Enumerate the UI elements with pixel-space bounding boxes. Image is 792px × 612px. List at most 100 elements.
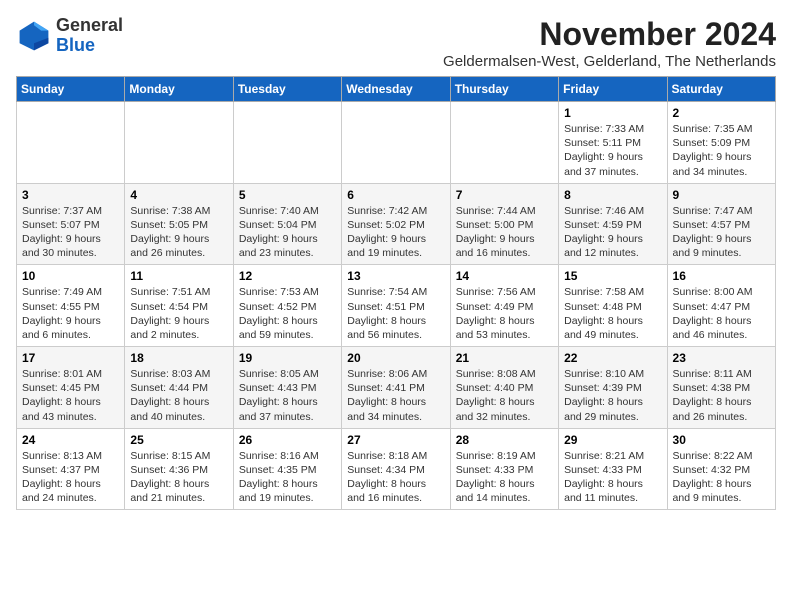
- day-number: 4: [130, 188, 227, 202]
- day-cell: 25 Sunrise: 8:15 AMSunset: 4:36 PMDayligh…: [125, 428, 233, 510]
- day-number: 9: [673, 188, 770, 202]
- logo-blue: Blue: [56, 35, 95, 55]
- day-number: 29: [564, 433, 661, 447]
- day-info: Sunrise: 8:00 AMSunset: 4:47 PMDaylight:…: [673, 285, 770, 342]
- weekday-header-wednesday: Wednesday: [342, 77, 450, 102]
- day-info: Sunrise: 7:58 AMSunset: 4:48 PMDaylight:…: [564, 285, 661, 342]
- day-cell: 3 Sunrise: 7:37 AMSunset: 5:07 PMDaylight…: [17, 183, 125, 265]
- day-info: Sunrise: 8:13 AMSunset: 4:37 PMDaylight:…: [22, 449, 119, 506]
- day-number: 14: [456, 269, 553, 283]
- day-info: Sunrise: 7:33 AMSunset: 5:11 PMDaylight:…: [564, 122, 661, 179]
- day-info: Sunrise: 7:54 AMSunset: 4:51 PMDaylight:…: [347, 285, 444, 342]
- day-number: 27: [347, 433, 444, 447]
- day-info: Sunrise: 7:37 AMSunset: 5:07 PMDaylight:…: [22, 204, 119, 261]
- logo: General Blue: [16, 16, 123, 56]
- logo-general: General: [56, 15, 123, 35]
- day-number: 5: [239, 188, 336, 202]
- week-row-2: 10 Sunrise: 7:49 AMSunset: 4:55 PMDayligh…: [17, 265, 776, 347]
- logo-icon: [16, 18, 52, 54]
- week-row-1: 3 Sunrise: 7:37 AMSunset: 5:07 PMDaylight…: [17, 183, 776, 265]
- day-cell: 28 Sunrise: 8:19 AMSunset: 4:33 PMDayligh…: [450, 428, 558, 510]
- calendar-table: SundayMondayTuesdayWednesdayThursdayFrid…: [16, 76, 776, 510]
- day-number: 2: [673, 106, 770, 120]
- day-info: Sunrise: 7:46 AMSunset: 4:59 PMDaylight:…: [564, 204, 661, 261]
- day-cell: 4 Sunrise: 7:38 AMSunset: 5:05 PMDaylight…: [125, 183, 233, 265]
- day-info: Sunrise: 8:05 AMSunset: 4:43 PMDaylight:…: [239, 367, 336, 424]
- day-number: 23: [673, 351, 770, 365]
- day-cell: 17Sunrise: 8:01 AMSunset: 4:45 PMDayligh…: [17, 347, 125, 429]
- day-cell: [450, 102, 558, 184]
- day-cell: 11 Sunrise: 7:51 AMSunset: 4:54 PMDayligh…: [125, 265, 233, 347]
- day-number: 11: [130, 269, 227, 283]
- day-number: 25: [130, 433, 227, 447]
- day-cell: 22 Sunrise: 8:10 AMSunset: 4:39 PMDayligh…: [559, 347, 667, 429]
- day-number: 8: [564, 188, 661, 202]
- day-number: 13: [347, 269, 444, 283]
- day-number: 12: [239, 269, 336, 283]
- day-number: 22: [564, 351, 661, 365]
- weekday-header-tuesday: Tuesday: [233, 77, 341, 102]
- day-number: 28: [456, 433, 553, 447]
- day-number: 1: [564, 106, 661, 120]
- day-info: Sunrise: 8:11 AMSunset: 4:38 PMDaylight:…: [673, 367, 770, 424]
- day-cell: 21Sunrise: 8:08 AMSunset: 4:40 PMDayligh…: [450, 347, 558, 429]
- day-number: 10: [22, 269, 119, 283]
- day-cell: 12 Sunrise: 7:53 AMSunset: 4:52 PMDayligh…: [233, 265, 341, 347]
- day-cell: 15Sunrise: 7:58 AMSunset: 4:48 PMDayligh…: [559, 265, 667, 347]
- day-cell: [17, 102, 125, 184]
- day-cell: 29Sunrise: 8:21 AMSunset: 4:33 PMDayligh…: [559, 428, 667, 510]
- day-info: Sunrise: 7:53 AMSunset: 4:52 PMDaylight:…: [239, 285, 336, 342]
- day-number: 19: [239, 351, 336, 365]
- day-info: Sunrise: 7:38 AMSunset: 5:05 PMDaylight:…: [130, 204, 227, 261]
- day-cell: 5 Sunrise: 7:40 AMSunset: 5:04 PMDaylight…: [233, 183, 341, 265]
- day-info: Sunrise: 7:35 AMSunset: 5:09 PMDaylight:…: [673, 122, 770, 179]
- day-number: 3: [22, 188, 119, 202]
- day-info: Sunrise: 8:08 AMSunset: 4:40 PMDaylight:…: [456, 367, 553, 424]
- day-cell: [125, 102, 233, 184]
- day-info: Sunrise: 7:40 AMSunset: 5:04 PMDaylight:…: [239, 204, 336, 261]
- day-cell: 6 Sunrise: 7:42 AMSunset: 5:02 PMDaylight…: [342, 183, 450, 265]
- day-info: Sunrise: 7:51 AMSunset: 4:54 PMDaylight:…: [130, 285, 227, 342]
- day-cell: [233, 102, 341, 184]
- day-info: Sunrise: 8:06 AMSunset: 4:41 PMDaylight:…: [347, 367, 444, 424]
- day-info: Sunrise: 7:42 AMSunset: 5:02 PMDaylight:…: [347, 204, 444, 261]
- day-info: Sunrise: 8:22 AMSunset: 4:32 PMDaylight:…: [673, 449, 770, 506]
- day-cell: 8 Sunrise: 7:46 AMSunset: 4:59 PMDaylight…: [559, 183, 667, 265]
- day-cell: 30 Sunrise: 8:22 AMSunset: 4:32 PMDayligh…: [667, 428, 775, 510]
- day-info: Sunrise: 8:15 AMSunset: 4:36 PMDaylight:…: [130, 449, 227, 506]
- day-number: 17: [22, 351, 119, 365]
- day-number: 20: [347, 351, 444, 365]
- day-info: Sunrise: 8:18 AMSunset: 4:34 PMDaylight:…: [347, 449, 444, 506]
- day-info: Sunrise: 8:03 AMSunset: 4:44 PMDaylight:…: [130, 367, 227, 424]
- weekday-header-sunday: Sunday: [17, 77, 125, 102]
- day-cell: 27 Sunrise: 8:18 AMSunset: 4:34 PMDayligh…: [342, 428, 450, 510]
- day-info: Sunrise: 8:10 AMSunset: 4:39 PMDaylight:…: [564, 367, 661, 424]
- week-row-3: 17Sunrise: 8:01 AMSunset: 4:45 PMDayligh…: [17, 347, 776, 429]
- day-cell: 2 Sunrise: 7:35 AMSunset: 5:09 PMDaylight…: [667, 102, 775, 184]
- weekday-header-saturday: Saturday: [667, 77, 775, 102]
- day-cell: 13 Sunrise: 7:54 AMSunset: 4:51 PMDayligh…: [342, 265, 450, 347]
- header: General Blue November 2024 Geldermalsen-…: [16, 16, 776, 70]
- day-cell: 26 Sunrise: 8:16 AMSunset: 4:35 PMDayligh…: [233, 428, 341, 510]
- day-info: Sunrise: 8:16 AMSunset: 4:35 PMDaylight:…: [239, 449, 336, 506]
- week-row-0: 1 Sunrise: 7:33 AMSunset: 5:11 PMDaylight…: [17, 102, 776, 184]
- subtitle: Geldermalsen-West, Gelderland, The Nethe…: [443, 53, 776, 70]
- day-info: Sunrise: 7:49 AMSunset: 4:55 PMDaylight:…: [22, 285, 119, 342]
- day-cell: 1 Sunrise: 7:33 AMSunset: 5:11 PMDaylight…: [559, 102, 667, 184]
- day-number: 16: [673, 269, 770, 283]
- day-cell: 24Sunrise: 8:13 AMSunset: 4:37 PMDayligh…: [17, 428, 125, 510]
- day-number: 30: [673, 433, 770, 447]
- day-cell: 16 Sunrise: 8:00 AMSunset: 4:47 PMDayligh…: [667, 265, 775, 347]
- day-number: 26: [239, 433, 336, 447]
- day-cell: 9Sunrise: 7:47 AMSunset: 4:57 PMDaylight…: [667, 183, 775, 265]
- day-cell: 10 Sunrise: 7:49 AMSunset: 4:55 PMDayligh…: [17, 265, 125, 347]
- day-number: 18: [130, 351, 227, 365]
- day-info: Sunrise: 8:19 AMSunset: 4:33 PMDaylight:…: [456, 449, 553, 506]
- weekday-header-friday: Friday: [559, 77, 667, 102]
- month-title: November 2024: [443, 16, 776, 53]
- day-cell: [342, 102, 450, 184]
- logo-text: General Blue: [56, 16, 123, 56]
- day-number: 6: [347, 188, 444, 202]
- day-info: Sunrise: 7:56 AMSunset: 4:49 PMDaylight:…: [456, 285, 553, 342]
- day-info: Sunrise: 7:44 AMSunset: 5:00 PMDaylight:…: [456, 204, 553, 261]
